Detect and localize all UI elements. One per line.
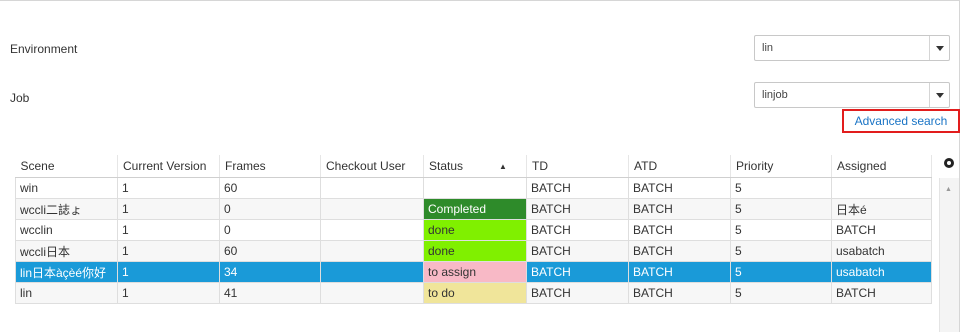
cell-td: BATCH [526, 198, 629, 220]
column-header-frames[interactable]: Frames [219, 155, 321, 178]
cell-atd: BATCH [628, 177, 731, 199]
cell-atd: BATCH [628, 240, 731, 262]
column-header-scene[interactable]: Scene [15, 155, 118, 178]
column-header-current-version[interactable]: Current Version [117, 155, 220, 178]
column-header-assigned[interactable]: Assigned [831, 155, 932, 178]
cell-checkout-user [320, 261, 424, 283]
column-header-status[interactable]: Status ▲ [423, 155, 527, 178]
cell-td: BATCH [526, 261, 629, 283]
cell-td: BATCH [526, 177, 629, 199]
job-label: Job [10, 91, 30, 105]
cell-status: to do [423, 282, 527, 304]
cell-td: BATCH [526, 219, 629, 241]
scenes-table: Scene Current Version Frames Checkout Us… [15, 155, 932, 304]
cell-status: to assign [423, 261, 527, 283]
table-row[interactable]: wccli二誌ょ 1 0 Completed BATCH BATCH 5 日本é [15, 198, 932, 220]
scroll-up-icon[interactable]: ▲ [945, 186, 952, 193]
environment-label: Environment [10, 42, 78, 56]
cell-status [423, 177, 527, 199]
cell-priority: 5 [730, 198, 832, 220]
sort-asc-icon: ▲ [499, 162, 507, 171]
table-row[interactable]: lin日本àçèé你好 1 34 to assign BATCH BATCH 5 usabat… [15, 261, 932, 283]
cell-assigned [831, 177, 932, 199]
cell-atd: BATCH [628, 198, 731, 220]
cell-status: done [423, 219, 527, 241]
cell-frames: 41 [219, 282, 321, 304]
cell-status: done [423, 240, 527, 262]
cell-scene: wccli二誌ょ [15, 198, 118, 220]
cell-frames: 0 [219, 219, 321, 241]
chevron-down-icon[interactable] [929, 83, 949, 107]
cell-current-version: 1 [117, 219, 220, 241]
job-select[interactable]: linjob [754, 82, 950, 108]
column-header-td[interactable]: TD [526, 155, 629, 178]
cell-assigned: BATCH [831, 282, 932, 304]
cell-scene: lin日本àçèé你好 [15, 261, 118, 283]
cell-checkout-user [320, 177, 424, 199]
column-header-checkout-user[interactable]: Checkout User [320, 155, 424, 178]
column-header-atd[interactable]: ATD [628, 155, 731, 178]
cell-priority: 5 [730, 219, 832, 241]
cell-priority: 5 [730, 177, 832, 199]
table-row[interactable]: win 1 60 BATCH BATCH 5 [15, 177, 932, 199]
cell-td: BATCH [526, 240, 629, 262]
table-row[interactable]: wcclin 1 0 done BATCH BATCH 5 BATCH [15, 219, 932, 241]
job-value: linjob [762, 89, 788, 101]
cell-frames: 60 [219, 177, 321, 199]
cell-checkout-user [320, 240, 424, 262]
cell-assigned: BATCH [831, 219, 932, 241]
cell-priority: 5 [730, 282, 832, 304]
cell-atd: BATCH [628, 282, 731, 304]
cell-priority: 5 [730, 261, 832, 283]
cell-scene: wccli日本 [15, 240, 118, 262]
table-row[interactable]: lin 1 41 to do BATCH BATCH 5 BATCH [15, 282, 932, 304]
environment-value: lin [762, 42, 774, 54]
cell-current-version: 1 [117, 261, 220, 283]
table-header-row: Scene Current Version Frames Checkout Us… [15, 155, 932, 178]
cell-priority: 5 [730, 240, 832, 262]
cell-current-version: 1 [117, 282, 220, 304]
cell-checkout-user [320, 219, 424, 241]
cell-scene: win [15, 177, 118, 199]
cell-checkout-user [320, 282, 424, 304]
table-row[interactable]: wccli日本 1 60 done BATCH BATCH 5 usabatch [15, 240, 932, 262]
cell-status: Completed [423, 198, 527, 220]
cell-scene: wcclin [15, 219, 118, 241]
chevron-down-icon[interactable] [929, 36, 949, 60]
vertical-scrollbar[interactable] [939, 178, 959, 332]
advanced-search-link[interactable]: Advanced search [842, 109, 960, 133]
cell-scene: lin [15, 282, 118, 304]
gear-icon[interactable] [944, 158, 954, 168]
cell-atd: BATCH [628, 219, 731, 241]
cell-assigned: 日本é [831, 198, 932, 220]
cell-current-version: 1 [117, 177, 220, 199]
cell-td: BATCH [526, 282, 629, 304]
cell-atd: BATCH [628, 261, 731, 283]
column-header-priority[interactable]: Priority [730, 155, 832, 178]
cell-frames: 0 [219, 198, 321, 220]
cell-checkout-user [320, 198, 424, 220]
cell-frames: 60 [219, 240, 321, 262]
cell-current-version: 1 [117, 240, 220, 262]
cell-assigned: usabatch [831, 240, 932, 262]
cell-frames: 34 [219, 261, 321, 283]
cell-assigned: usabatch [831, 261, 932, 283]
environment-select[interactable]: lin [754, 35, 950, 61]
cell-current-version: 1 [117, 198, 220, 220]
